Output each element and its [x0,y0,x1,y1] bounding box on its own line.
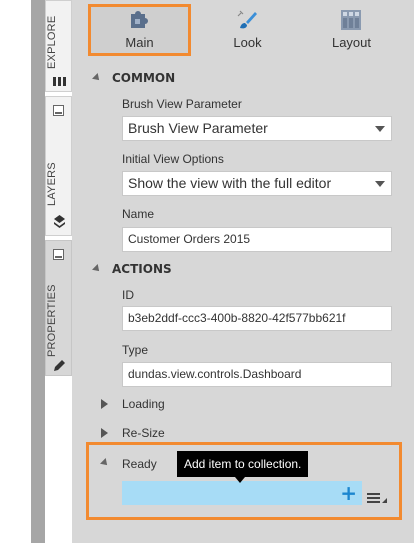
initial-view-options-value: Show the view with the full editor [128,175,332,191]
brush-view-parameter-value: Brush View Parameter [128,120,268,136]
tab-look[interactable]: Look [196,4,299,56]
pencil-icon [54,360,65,371]
tab-properties-label: PROPERTIES [46,284,58,357]
tab-layout[interactable]: Layout [300,4,403,56]
tab-explore-label: EXPLORE [46,15,58,69]
side-tabs: EXPLORE LAYERS PROPERTIES [45,0,72,543]
name-label: Name [122,207,155,221]
brush-view-parameter-label: Brush View Parameter [122,97,242,111]
tab-look-label: Look [233,35,262,50]
left-gray-bar [31,0,45,543]
chevron-down-icon [375,126,385,132]
tab-explore[interactable]: EXPLORE [45,0,72,92]
section-common-title: COMMON [112,71,176,85]
chevron-down-icon [375,181,385,187]
brush-icon [237,10,257,29]
name-field[interactable]: Customer Orders 2015 [122,227,392,252]
tab-layers[interactable]: LAYERS [45,96,72,236]
tab-layers-label: LAYERS [46,162,58,206]
group-resize[interactable]: Re-Size [122,426,165,440]
tab-properties[interactable]: PROPERTIES [45,240,72,376]
brush-view-parameter-select[interactable]: Brush View Parameter [122,116,392,141]
id-label: ID [122,288,134,302]
initial-view-options-label: Initial View Options [122,152,224,166]
grid-icon [341,10,361,30]
id-field[interactable]: b3eb2ddf-ccc3-400b-8820-42f577bb621f [122,306,392,331]
tab-layout-label: Layout [331,35,372,50]
type-label: Type [122,343,149,357]
layers-panel-toggle-icon [53,105,64,116]
layers-icon [54,215,65,228]
section-actions-title: ACTIONS [112,262,172,276]
expand-loading-icon[interactable] [101,399,108,409]
compass-icon [53,77,66,86]
left-blank-strip [0,0,31,543]
expand-resize-icon[interactable] [101,428,108,438]
group-loading[interactable]: Loading [122,397,165,411]
properties-panel-toggle-icon [53,249,64,260]
initial-view-options-select[interactable]: Show the view with the full editor [122,171,392,196]
type-field[interactable]: dundas.view.controls.Dashboard [122,362,392,387]
ready-section-highlight [86,442,402,520]
main-tab-highlight [88,4,191,56]
